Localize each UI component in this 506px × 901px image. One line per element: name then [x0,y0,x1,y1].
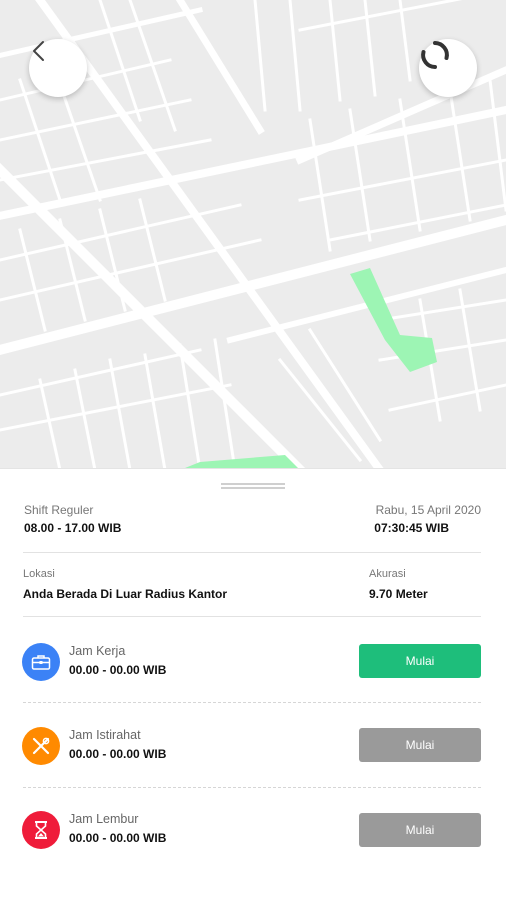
shift-hours: 08.00 - 17.00 WIB [24,521,122,535]
start-overtime-button[interactable]: Mulai [359,813,481,847]
row-time: 00.00 - 00.00 WIB [69,831,167,845]
divider [23,702,481,703]
accuracy-label: Akurasi [369,568,406,580]
shift-label: Shift Reguler [24,503,94,517]
divider [23,552,481,553]
current-time: 07:30:45 WIB [374,521,449,535]
row-title: Jam Istirahat [69,728,141,742]
refresh-button[interactable] [419,39,477,97]
briefcase-icon [22,643,60,681]
accuracy-value: 9.70 Meter [369,587,428,601]
location-value: Anda Berada Di Luar Radius Kantor [23,587,228,601]
current-date: Rabu, 15 April 2020 [375,503,481,517]
divider [23,787,481,788]
attendance-sheet: Shift Reguler 08.00 - 17.00 WIB Rabu, 15… [0,468,506,901]
row-time: 00.00 - 00.00 WIB [69,663,167,677]
start-break-button[interactable]: Mulai [359,728,481,762]
hourglass-icon [22,811,60,849]
back-button[interactable] [29,39,87,97]
row-title: Jam Kerja [69,644,126,658]
location-label: Lokasi [23,568,55,580]
start-work-button[interactable]: Mulai [359,644,481,678]
row-title: Jam Lembur [69,812,139,826]
divider [23,616,481,617]
fork-knife-icon [22,727,60,765]
sheet-drag-handle[interactable] [221,483,285,489]
map-view[interactable] [0,0,506,470]
row-time: 00.00 - 00.00 WIB [69,747,167,761]
